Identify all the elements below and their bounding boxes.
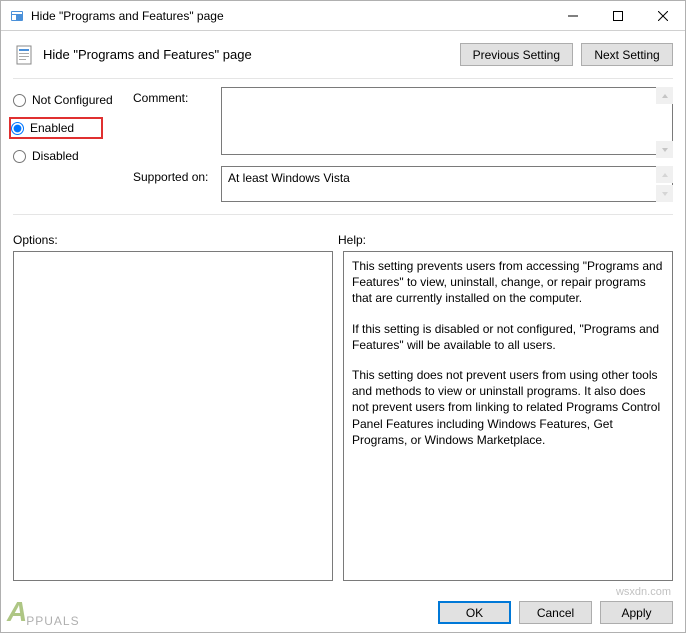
scroll-down-icon <box>656 185 673 202</box>
help-paragraph: This setting prevents users from accessi… <box>352 258 664 307</box>
scroll-up-icon[interactable] <box>656 87 673 104</box>
policy-icon <box>13 44 35 66</box>
radio-disabled-label: Disabled <box>32 149 79 163</box>
footer: OK Cancel Apply <box>438 601 673 624</box>
titlebar: Hide "Programs and Features" page <box>1 1 685 31</box>
watermark-site: wsxdn.com <box>616 586 671 598</box>
help-label: Help: <box>338 233 673 247</box>
help-paragraph: This setting does not prevent users from… <box>352 367 664 448</box>
minimize-button[interactable] <box>550 1 595 30</box>
radio-enabled-input[interactable] <box>11 122 24 135</box>
options-pane <box>13 251 333 581</box>
scroll-down-icon[interactable] <box>656 141 673 158</box>
help-paragraph: If this setting is disabled or not confi… <box>352 321 664 353</box>
supported-value: At least Windows Vista <box>221 166 673 202</box>
divider <box>13 78 673 79</box>
watermark-logo-icon: A <box>7 596 28 628</box>
window-title: Hide "Programs and Features" page <box>31 9 550 23</box>
next-setting-button[interactable]: Next Setting <box>581 43 673 66</box>
policy-title: Hide "Programs and Features" page <box>43 47 452 62</box>
radio-disabled[interactable]: Disabled <box>13 147 133 165</box>
comment-textarea[interactable] <box>221 87 673 155</box>
radio-enabled[interactable]: Enabled <box>11 119 101 137</box>
help-pane: This setting prevents users from accessi… <box>343 251 673 581</box>
scroll-up-icon <box>656 166 673 183</box>
watermark-brand: A PPUALS <box>7 596 80 628</box>
state-radios: Not Configured Enabled Disabled <box>13 87 133 210</box>
ok-button[interactable]: OK <box>438 601 511 624</box>
options-label: Options: <box>13 233 338 247</box>
dialog-window: Hide "Programs and Features" page Hide "… <box>0 0 686 633</box>
header: Hide "Programs and Features" page Previo… <box>1 31 685 74</box>
supported-label: Supported on: <box>133 166 221 202</box>
radio-not-configured-label: Not Configured <box>32 93 113 107</box>
radio-disabled-input[interactable] <box>13 150 26 163</box>
close-button[interactable] <box>640 1 685 30</box>
comment-label: Comment: <box>133 87 221 158</box>
comment-scrollbar[interactable] <box>656 87 673 158</box>
maximize-button[interactable] <box>595 1 640 30</box>
radio-not-configured[interactable]: Not Configured <box>13 91 133 109</box>
watermark-text: PPUALS <box>26 614 79 628</box>
divider <box>13 214 673 215</box>
radio-enabled-label: Enabled <box>30 121 74 135</box>
app-icon <box>9 8 25 24</box>
apply-button[interactable]: Apply <box>600 601 673 624</box>
previous-setting-button[interactable]: Previous Setting <box>460 43 573 66</box>
cancel-button[interactable]: Cancel <box>519 601 592 624</box>
radio-not-configured-input[interactable] <box>13 94 26 107</box>
supported-scrollbar <box>656 166 673 202</box>
